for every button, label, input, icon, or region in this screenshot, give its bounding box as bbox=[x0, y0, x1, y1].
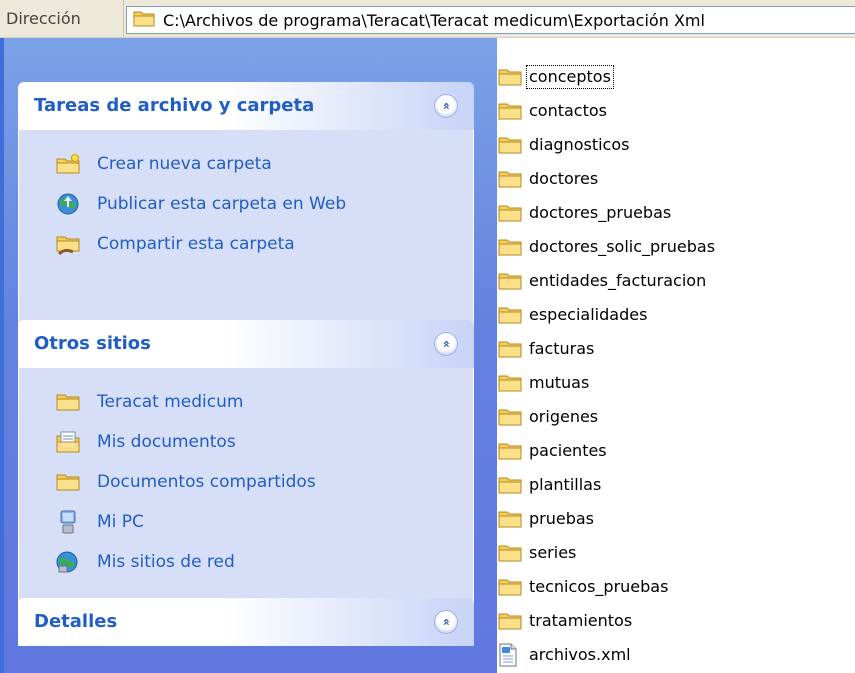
folder-icon bbox=[497, 611, 527, 631]
folder-item[interactable]: especialidades bbox=[497, 298, 855, 332]
place-label: Documentos compartidos bbox=[97, 472, 316, 492]
folder-icon bbox=[53, 390, 83, 414]
folder-icon bbox=[497, 475, 527, 495]
folder-icon bbox=[497, 543, 527, 563]
panel-header[interactable]: Detalles » bbox=[18, 598, 474, 646]
xml-file-icon bbox=[497, 643, 527, 667]
file-folder-tasks-panel: Tareas de archivo y carpeta » Crear nuev… bbox=[18, 82, 474, 329]
place-my-computer[interactable]: Mi PC bbox=[19, 502, 473, 542]
folder-item[interactable]: pacientes bbox=[497, 434, 855, 468]
collapse-icon[interactable]: » bbox=[434, 94, 458, 118]
place-label: Mi PC bbox=[97, 512, 144, 532]
file-name: doctores bbox=[529, 169, 599, 188]
task-label: Crear nueva carpeta bbox=[97, 154, 272, 174]
file-name: plantillas bbox=[529, 475, 602, 494]
file-name: doctores_solic_pruebas bbox=[529, 237, 716, 256]
panel-body: Crear nueva carpeta Publicar esta carpet… bbox=[18, 130, 474, 329]
file-name: pacientes bbox=[529, 441, 607, 460]
folder-icon bbox=[497, 441, 527, 461]
folder-item[interactable]: conceptos bbox=[497, 60, 855, 94]
folder-item[interactable]: doctores_pruebas bbox=[497, 196, 855, 230]
task-pane: Tareas de archivo y carpeta » Crear nuev… bbox=[0, 38, 497, 673]
file-name: contactos bbox=[529, 101, 607, 120]
folder-icon bbox=[497, 407, 527, 427]
task-publish-web[interactable]: Publicar esta carpeta en Web bbox=[19, 184, 473, 224]
panel-title: Tareas de archivo y carpeta bbox=[34, 95, 315, 116]
folder-icon bbox=[497, 237, 527, 257]
task-new-folder[interactable]: Crear nueva carpeta bbox=[19, 144, 473, 184]
task-label: Compartir esta carpeta bbox=[97, 234, 295, 254]
file-name: tratamientos bbox=[529, 611, 633, 630]
folder-item[interactable]: diagnosticos bbox=[497, 128, 855, 162]
documents-icon bbox=[53, 430, 83, 454]
address-path: C:\Archivos de programa\Teracat\Teracat … bbox=[163, 10, 705, 30]
folder-item[interactable]: series bbox=[497, 536, 855, 570]
computer-icon bbox=[53, 510, 83, 534]
folder-item[interactable]: entidades_facturacion bbox=[497, 264, 855, 298]
folder-icon bbox=[497, 135, 527, 155]
file-name: pruebas bbox=[529, 509, 595, 528]
folder-icon bbox=[497, 577, 527, 597]
address-label: Dirección bbox=[0, 0, 124, 38]
folder-icon bbox=[497, 271, 527, 291]
task-share-folder[interactable]: Compartir esta carpeta bbox=[19, 224, 473, 264]
folder-item[interactable]: facturas bbox=[497, 332, 855, 366]
folder-item[interactable]: plantillas bbox=[497, 468, 855, 502]
file-name: facturas bbox=[529, 339, 595, 358]
folder-item[interactable]: doctores bbox=[497, 162, 855, 196]
file-name: conceptos bbox=[526, 65, 614, 89]
folder-icon bbox=[497, 339, 527, 359]
collapse-icon[interactable]: » bbox=[434, 610, 458, 634]
details-panel: Detalles » bbox=[18, 598, 474, 646]
file-name: entidades_facturacion bbox=[529, 271, 707, 290]
panel-header[interactable]: Tareas de archivo y carpeta » bbox=[18, 82, 474, 130]
place-network[interactable]: Mis sitios de red bbox=[19, 542, 473, 582]
address-bar: Dirección C:\Archivos de programa\Teraca… bbox=[0, 0, 855, 38]
folder-icon bbox=[497, 169, 527, 189]
address-field[interactable]: C:\Archivos de programa\Teracat\Teracat … bbox=[126, 6, 855, 34]
folder-icon bbox=[497, 101, 527, 121]
folder-icon bbox=[497, 203, 527, 223]
file-list: conceptos contactos diagnosticos doctores do… bbox=[497, 60, 855, 672]
share-folder-icon bbox=[53, 232, 83, 256]
globe-publish-icon bbox=[53, 192, 83, 216]
place-label: Teracat medicum bbox=[97, 392, 244, 412]
file-name: especialidades bbox=[529, 305, 648, 324]
file-name: archivos.xml bbox=[529, 645, 631, 664]
place-teracat-medicum[interactable]: Teracat medicum bbox=[19, 382, 473, 422]
folder-icon bbox=[497, 373, 527, 393]
folder-item[interactable]: tecnicos_pruebas bbox=[497, 570, 855, 604]
new-folder-icon bbox=[53, 152, 83, 176]
other-places-panel: Otros sitios » Teracat medicum Mis docum… bbox=[18, 320, 474, 606]
folder-item[interactable]: contactos bbox=[497, 94, 855, 128]
folder-item[interactable]: mutuas bbox=[497, 366, 855, 400]
task-label: Publicar esta carpeta en Web bbox=[97, 194, 347, 214]
folder-icon bbox=[133, 9, 155, 31]
place-my-documents[interactable]: Mis documentos bbox=[19, 422, 473, 462]
panel-body: Teracat medicum Mis documentos Documento… bbox=[18, 368, 474, 606]
file-item[interactable]: archivos.xml bbox=[497, 638, 855, 672]
place-label: Mis documentos bbox=[97, 432, 236, 452]
folder-icon bbox=[497, 305, 527, 325]
place-shared-documents[interactable]: Documentos compartidos bbox=[19, 462, 473, 502]
folder-item[interactable]: pruebas bbox=[497, 502, 855, 536]
panel-title: Detalles bbox=[34, 611, 118, 632]
collapse-icon[interactable]: » bbox=[434, 332, 458, 356]
network-icon bbox=[53, 550, 83, 574]
folder-icon bbox=[53, 470, 83, 494]
folder-item[interactable]: origenes bbox=[497, 400, 855, 434]
panel-header[interactable]: Otros sitios » bbox=[18, 320, 474, 368]
file-name: tecnicos_pruebas bbox=[529, 577, 669, 596]
panel-title: Otros sitios bbox=[34, 333, 151, 354]
file-name: mutuas bbox=[529, 373, 590, 392]
file-name: diagnosticos bbox=[529, 135, 630, 154]
folder-icon bbox=[497, 67, 527, 87]
file-name: origenes bbox=[529, 407, 599, 426]
place-label: Mis sitios de red bbox=[97, 552, 235, 572]
folder-item[interactable]: doctores_solic_pruebas bbox=[497, 230, 855, 264]
folder-icon bbox=[497, 509, 527, 529]
file-name: series bbox=[529, 543, 577, 562]
folder-item[interactable]: tratamientos bbox=[497, 604, 855, 638]
file-name: doctores_pruebas bbox=[529, 203, 672, 222]
